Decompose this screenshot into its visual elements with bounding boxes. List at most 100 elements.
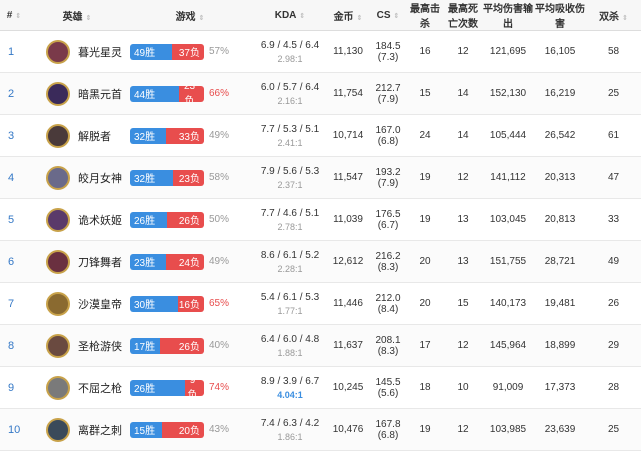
max-death-cell: 14 [444, 114, 482, 157]
cs-cell: 193.2 (7.9) [370, 156, 406, 199]
max-kill-cell: 16 [406, 30, 444, 73]
losses-segment: 26负 [167, 211, 204, 228]
col-maxkill[interactable]: 最高击杀 [406, 0, 444, 31]
hero-cell[interactable]: 沙漠皇帝 [28, 282, 126, 325]
hero-avatar [46, 291, 70, 316]
cs-value: 167.8 [375, 418, 401, 430]
kda-ratio: 1.86:1 [277, 431, 303, 442]
wins-segment: 26胜 [130, 379, 185, 396]
cs-cell: 167.8 (6.8) [370, 408, 406, 451]
cs-per-min: (7.9) [377, 93, 399, 105]
kda-ratio: 1.88:1 [277, 347, 303, 358]
col-games[interactable]: 游戏 ⇕ [126, 0, 254, 31]
kda-value: 8.9 / 3.9 / 6.7 [260, 375, 320, 387]
table-row[interactable]: 8 圣枪游侠 17胜 26负 40% 6.4 / 6.0 / 4.8 1.88:… [0, 324, 641, 367]
losses-segment: 23负 [173, 169, 204, 186]
rank-cell: 4 [0, 156, 28, 199]
losses-segment: 26负 [160, 337, 204, 354]
kda-value: 7.4 / 6.3 / 4.2 [260, 417, 320, 429]
double-kill-cell: 49 [586, 240, 641, 283]
hero-name: 不屈之枪 [78, 382, 122, 395]
table-row[interactable]: 4 皎月女神 32胜 23负 58% 7.9 / 5.6 / 5.3 2.37:… [0, 156, 641, 199]
kda-value: 7.7 / 5.3 / 5.1 [260, 123, 320, 135]
win-rate: 49% [209, 130, 230, 141]
cs-per-min: (6.8) [377, 429, 399, 441]
double-kill-cell: 29 [586, 324, 641, 367]
col-absorb[interactable]: 平均吸收伤害 [534, 0, 586, 31]
table-row[interactable]: 6 刀锋舞者 23胜 24负 49% 8.6 / 6.1 / 5.2 2.28:… [0, 240, 641, 283]
col-hero[interactable]: 英雄 ⇕ [28, 0, 126, 31]
table-row[interactable]: 1 暮光星灵 49胜 37负 57% 6.9 / 4.5 / 6.4 2.98:… [0, 30, 641, 73]
max-kill-cell: 19 [406, 156, 444, 199]
win-rate: 66% [209, 88, 230, 99]
double-kill-cell: 33 [586, 198, 641, 241]
sort-icon: ⇕ [15, 12, 22, 20]
col-cs[interactable]: CS ⇕ [370, 0, 406, 31]
cs-value: 184.5 [375, 40, 401, 52]
hero-cell[interactable]: 皎月女神 [28, 156, 126, 199]
kda-ratio: 2.16:1 [277, 95, 303, 106]
gold-cell: 11,547 [326, 156, 370, 199]
table-row[interactable]: 3 解脱者 32胜 33负 49% 7.7 / 5.3 / 5.1 2.41:1… [0, 114, 641, 157]
kda-value: 5.4 / 6.1 / 5.3 [260, 291, 320, 303]
rank-cell: 7 [0, 282, 28, 325]
hero-name: 皎月女神 [78, 172, 122, 185]
kda-cell: 7.4 / 6.3 / 4.2 1.86:1 [254, 408, 326, 451]
kda-value: 6.4 / 6.0 / 4.8 [260, 333, 320, 345]
gold-cell: 11,039 [326, 198, 370, 241]
win-rate: 49% [209, 256, 230, 267]
kda-cell: 6.9 / 4.5 / 6.4 2.98:1 [254, 30, 326, 73]
hero-cell[interactable]: 解脱者 [28, 114, 126, 157]
cs-per-min: (7.3) [377, 51, 399, 63]
losses-segment: 24负 [166, 253, 204, 270]
hero-cell[interactable]: 刀锋舞者 [28, 240, 126, 283]
games-cell: 32胜 23负 58% [126, 156, 254, 199]
table-row[interactable]: 9 不屈之枪 26胜 9负 74% 8.9 / 3.9 / 6.7 4.04:1… [0, 366, 641, 409]
avg-absorb-cell: 20,813 [534, 198, 586, 241]
hero-avatar [46, 375, 70, 400]
games-cell: 44胜 23负 66% [126, 72, 254, 115]
gold-cell: 10,476 [326, 408, 370, 451]
hero-avatar [46, 207, 70, 232]
col-dmg[interactable]: 平均伤害输出 [482, 0, 534, 31]
sort-icon: ⇕ [622, 14, 628, 22]
table-row[interactable]: 10 离群之刺 15胜 20负 43% 7.4 / 6.3 / 4.2 1.86… [0, 408, 641, 451]
sort-icon: ⇕ [85, 14, 92, 22]
col-gold[interactable]: 金币 ⇕ [326, 0, 370, 31]
avg-absorb-cell: 18,899 [534, 324, 586, 367]
rank-cell: 10 [0, 408, 28, 451]
kda-value: 8.6 / 6.1 / 5.2 [260, 249, 320, 261]
col-rank[interactable]: # ⇕ [0, 0, 28, 31]
cs-per-min: (8.4) [377, 303, 399, 315]
hero-avatar [46, 123, 70, 148]
table-row[interactable]: 5 诡术妖姬 26胜 26负 50% 7.7 / 4.6 / 5.1 2.78:… [0, 198, 641, 241]
cs-cell: 176.5 (6.7) [370, 198, 406, 241]
cs-per-min: (8.3) [377, 261, 399, 273]
hero-cell[interactable]: 暗黑元首 [28, 72, 126, 115]
hero-cell[interactable]: 暮光星灵 [28, 30, 126, 73]
games-cell: 49胜 37负 57% [126, 30, 254, 73]
hero-name: 诡术妖姬 [78, 214, 122, 227]
table-row[interactable]: 2 暗黑元首 44胜 23负 66% 6.0 / 5.7 / 6.4 2.16:… [0, 72, 641, 115]
hero-cell[interactable]: 圣枪游侠 [28, 324, 126, 367]
hero-cell[interactable]: 不屈之枪 [28, 366, 126, 409]
max-death-cell: 14 [444, 72, 482, 115]
avg-damage-cell: 140,173 [482, 282, 534, 325]
win-loss-bar: 49胜 37负 [130, 43, 204, 60]
kda-value: 6.9 / 4.5 / 6.4 [260, 39, 320, 51]
col-kda[interactable]: KDA ⇕ [254, 0, 326, 31]
kda-cell: 7.9 / 5.6 / 5.3 2.37:1 [254, 156, 326, 199]
col-double[interactable]: 双杀 ⇕ [586, 0, 641, 31]
kda-cell: 7.7 / 4.6 / 5.1 2.78:1 [254, 198, 326, 241]
cs-value: 176.5 [375, 208, 401, 220]
col-maxdeath[interactable]: 最高死亡次数 [444, 0, 482, 31]
hero-cell[interactable]: 诡术妖姬 [28, 198, 126, 241]
cs-cell: 184.5 (7.3) [370, 30, 406, 73]
kda-cell: 6.0 / 5.7 / 6.4 2.16:1 [254, 72, 326, 115]
table-row[interactable]: 7 沙漠皇帝 30胜 16负 65% 5.4 / 6.1 / 5.3 1.77:… [0, 282, 641, 325]
max-kill-cell: 20 [406, 240, 444, 283]
win-loss-bar: 26胜 9负 [130, 379, 204, 396]
avg-absorb-cell: 20,313 [534, 156, 586, 199]
avg-damage-cell: 152,130 [482, 72, 534, 115]
hero-cell[interactable]: 离群之刺 [28, 408, 126, 451]
